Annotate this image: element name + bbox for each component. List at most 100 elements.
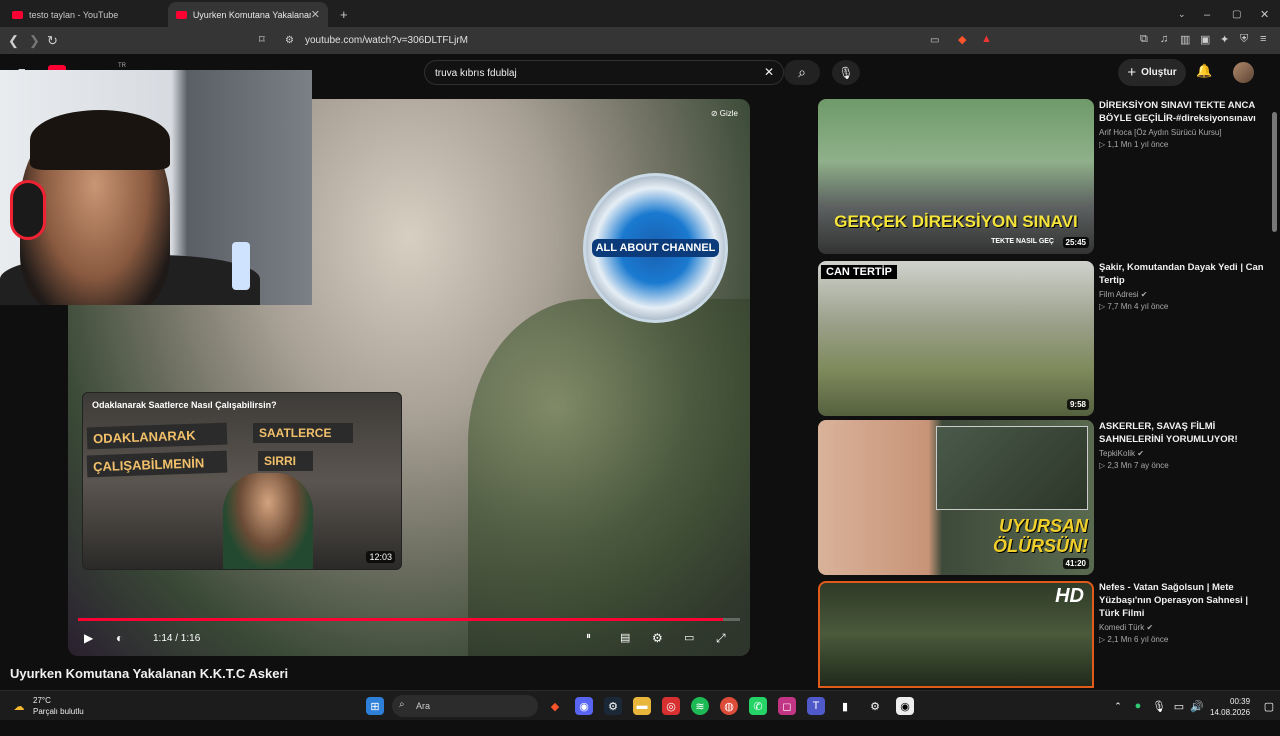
obs-icon[interactable]: ◉ [896, 697, 914, 715]
app-icon-red[interactable]: ◎ [662, 697, 680, 715]
recommendation-item[interactable]: CAN TERTİP 9:58 Şakir, Komutandan Dayak … [818, 261, 1278, 416]
progress-bar[interactable] [78, 618, 740, 621]
scrollbar[interactable] [1272, 112, 1277, 232]
audio-app-icon[interactable]: ▮ [836, 697, 854, 715]
clock-time: 00:39 [1230, 697, 1251, 706]
recommendation-thumbnail[interactable]: CAN TERTİP 9:58 [818, 261, 1094, 416]
tray-mic-icon[interactable]: 🎙 [1150, 697, 1168, 715]
duration-badge: 41:20 [1062, 558, 1089, 569]
chrome-icon[interactable]: ◍ [720, 697, 738, 715]
spotify-icon[interactable]: ≋ [691, 697, 709, 715]
youtube-favicon-icon [176, 10, 187, 19]
teams-icon[interactable]: T [807, 697, 825, 715]
search-input[interactable] [435, 65, 755, 81]
channel-name[interactable]: Film Adresi ✔ [1099, 290, 1269, 299]
bookmark-icon[interactable]: ⌑ [259, 33, 265, 46]
close-window-icon[interactable]: ✕ [1252, 2, 1272, 27]
url-field[interactable]: youtube.com/watch?v=306DLTFLjrM [305, 35, 468, 46]
recommendation-thumbnail[interactable]: HD [818, 581, 1094, 688]
avatar[interactable] [1233, 62, 1254, 83]
webcam-overlay [0, 70, 312, 305]
discord-icon[interactable]: ◉ [575, 697, 593, 715]
tray-chevron-icon[interactable]: ⌃ [1109, 697, 1127, 715]
file-explorer-icon[interactable]: ▬ [633, 697, 651, 715]
verified-icon: ✔ [1146, 623, 1154, 632]
new-tab-icon[interactable]: + [332, 2, 352, 27]
network-icon[interactable]: ▭ [1170, 697, 1188, 715]
thumbnail-text: CAN TERTİP [821, 265, 897, 279]
channel-logo[interactable]: ALL ABOUT CHANNEL [583, 173, 728, 323]
taskbar-clock[interactable]: 00:39 14.08.2026 [1210, 696, 1250, 718]
steam-icon[interactable]: ⚙ [604, 697, 622, 715]
plus-icon: + [1127, 64, 1137, 81]
cast-icon[interactable]: ▭ [930, 35, 939, 46]
windows-taskbar: ☁ 27°C Parçalı bulutlu ⊞ ⌕ Ara ◆ ◉ ⚙ ▬ ◎… [0, 690, 1280, 720]
recommendation-thumbnail[interactable]: UYURSAN ÖLÜRSÜN! 41:20 [818, 420, 1094, 575]
fullscreen-icon[interactable]: ⤢ [716, 631, 726, 646]
tab-testo-taylan[interactable]: testo taylan - YouTube [4, 2, 164, 27]
headset [10, 180, 46, 240]
thumbnail-text: GERÇEK DİREKSİYON SINAVI [834, 212, 1078, 231]
weather-icon[interactable]: ☁ [10, 697, 28, 715]
search-box: ✕ [424, 60, 784, 85]
channel-name[interactable]: TepkiKolik ✔ [1099, 449, 1269, 458]
volume-icon[interactable]: 🔊 [1188, 697, 1206, 715]
extensions-icon[interactable]: ⧉ [1140, 33, 1148, 46]
video-title: Uyurken Komutana Yakalanan K.K.T.C Asker… [10, 666, 289, 681]
settings-gear-icon[interactable]: ⚙ [652, 631, 663, 645]
recommendation-item[interactable]: UYURSAN ÖLÜRSÜN! 41:20 ASKERLER, SAVAŞ F… [818, 420, 1278, 575]
channel-name[interactable]: Arif Hoca [Öz Aydın Sürücü Kursu] [1099, 128, 1269, 137]
windows-start-icon[interactable]: ⊞ [366, 697, 384, 715]
forward-icon[interactable]: ❯ [29, 33, 40, 49]
close-tab-icon[interactable]: ✕ [311, 8, 320, 21]
app-icon-gear[interactable]: ⚙ [866, 697, 884, 715]
search-button[interactable]: ⌕ [784, 60, 820, 85]
instagram-icon[interactable]: ◻ [778, 697, 796, 715]
sidebar-icon[interactable]: ▥ [1180, 33, 1190, 46]
rewards-icon[interactable]: ▲ [981, 33, 992, 45]
autoplay-toggle-icon[interactable]: ⏸ [586, 631, 591, 642]
whatsapp-icon[interactable]: ✆ [749, 697, 767, 715]
tray-status-icon[interactable]: ● [1129, 697, 1147, 715]
create-label: Oluştur [1141, 67, 1177, 78]
recommendation-title[interactable]: Nefes - Vatan Sağolsun | Mete Yüzbaşı'nı… [1099, 581, 1269, 620]
notification-icon[interactable]: ▢ [1260, 697, 1278, 715]
taskbar-search[interactable]: ⌕ Ara [392, 695, 538, 717]
recommendation-title[interactable]: DİREKSİYON SINAVI TEKTE ANCA BÖYLE GEÇİL… [1099, 99, 1269, 125]
recommendation-thumbnail[interactable]: GERÇEK DİREKSİYON SINAVI TEKTE NASIL GEÇ… [818, 99, 1094, 254]
site-info-icon[interactable]: ⚙ [285, 35, 294, 46]
browser-tab-bar: testo taylan - YouTube Uyurken Komutana … [0, 0, 1280, 27]
volume-icon[interactable]: ◐ [116, 631, 123, 645]
ai-icon[interactable]: ✦ [1220, 33, 1229, 46]
media-icon[interactable]: ♫ [1160, 33, 1168, 45]
recommendation-item[interactable]: GERÇEK DİREKSİYON SINAVI TEKTE NASIL GEÇ… [818, 99, 1278, 254]
menu-icon[interactable]: ≡ [1260, 33, 1266, 45]
subtitles-icon[interactable]: ▤ [620, 631, 630, 644]
channel-name[interactable]: Komedi Türk ✔ [1099, 623, 1269, 632]
create-button[interactable]: + Oluştur [1118, 59, 1186, 86]
back-icon[interactable]: ❮ [8, 33, 19, 49]
view-stats: ▷ 1,1 Mn 1 yıl önce [1099, 140, 1169, 149]
recommendation-title[interactable]: Şakir, Komutandan Dayak Yedi | Can Terti… [1099, 261, 1269, 287]
brave-shield-icon[interactable]: ◆ [958, 33, 966, 46]
reload-icon[interactable]: ↻ [47, 33, 58, 49]
region-badge: TR [118, 63, 126, 69]
theater-mode-icon[interactable]: ▭ [684, 631, 694, 644]
hide-endscreen-button[interactable]: ⊘ Gizle [711, 109, 738, 118]
endscreen-video-card[interactable]: ODAKLANARAK ÇALIŞABİLMENİN SAATLERCE SIR… [82, 392, 402, 570]
tab-current-video[interactable]: Uyurken Komutana Yakalanan K ✕ [168, 2, 328, 27]
vpn-icon[interactable]: ⛨ [1240, 33, 1248, 46]
maximize-icon[interactable]: ▢ [1224, 2, 1244, 27]
voice-search-button[interactable]: 🎙 [832, 60, 860, 85]
minimize-icon[interactable]: – [1196, 2, 1216, 27]
play-icon[interactable]: ▶ [84, 631, 93, 645]
weather-widget[interactable]: 27°C Parçalı bulutlu [33, 695, 84, 717]
eye-off-icon: ⊘ [710, 109, 718, 118]
brave-browser-icon[interactable]: ◆ [546, 697, 564, 715]
clear-search-icon[interactable]: ✕ [764, 65, 774, 79]
weather-temp: 27°C [33, 696, 51, 705]
notifications-bell-icon[interactable]: 🔔 [1196, 63, 1212, 79]
tab-list-chevron-icon[interactable]: ⌄ [1170, 2, 1190, 27]
wallet-icon[interactable]: ▣ [1200, 33, 1210, 46]
recommendation-title[interactable]: ASKERLER, SAVAŞ FİLMİ SAHNELERİNİ YORUML… [1099, 420, 1269, 446]
